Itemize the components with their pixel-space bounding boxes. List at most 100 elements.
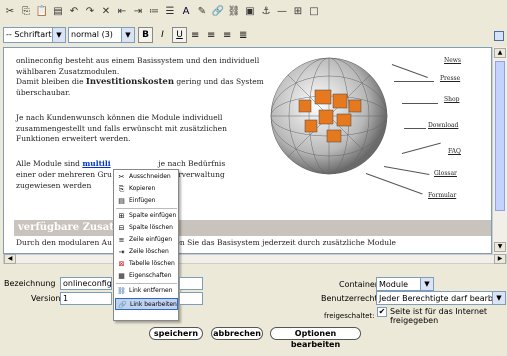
copy-icon[interactable]: ⎘ [19,5,33,19]
italic-button[interactable]: I [155,27,170,43]
align-left-icon[interactable]: ≡ [191,30,199,41]
menu-item-copy[interactable]: ⎘ Kopieren [115,183,178,195]
menu-item-label: Ausschneiden [129,173,171,180]
shop-link[interactable]: Shop [444,96,459,103]
delete-column-icon: ⊟ [118,224,125,232]
bezeichnung-label: Bezeichnung [4,279,56,288]
hr-icon[interactable]: — [275,5,289,19]
menu-item-edit-link[interactable]: 🔗 Link bearbeiten [115,298,178,310]
editor-area[interactable]: onlineconfig besteht aus einem Basissyst… [3,47,492,254]
menu-item-label: Zeile löschen [129,248,169,255]
toolbar: ✂ ⎘ 📋 ▤ ↶ ↷ ✕ ⇤ ⇥ ≔ ☰ A ✎ 🔗 ⛓ ▣ ⚓ — ⊞ □ [0,0,507,25]
unordered-list-icon[interactable]: ☰ [163,5,177,19]
context-menu: ✂ Ausschneiden ⎘ Kopieren ▤ Einfügen ⊞ Spalt… [113,169,179,321]
image-icon[interactable]: ▣ [243,5,257,19]
menu-item-insert-row[interactable]: ≡ Zeile einfügen [115,234,178,246]
chevron-down-icon: ▼ [420,278,433,290]
menu-item-label: Kopieren [129,185,156,192]
paste-icon[interactable]: 📋 [35,5,49,19]
presse-link[interactable]: Presse [440,75,460,82]
scroll-right-icon[interactable]: ▶ [494,254,506,264]
menu-item-label: Eigenschaften [129,272,172,279]
menu-item-cut[interactable]: ✂ Ausschneiden [115,171,178,183]
indent-icon[interactable]: ⇥ [131,5,145,19]
benutzerrecht-label: Benutzerrecht [321,294,378,303]
cut-icon: ✂ [118,173,125,181]
scroll-down-icon[interactable]: ▼ [494,242,506,252]
anchor-icon[interactable]: ⚓ [259,5,273,19]
unlink-icon: ⛓ [117,287,126,295]
menu-item-delete-table[interactable]: ⊠ Tabelle löschen [115,258,178,270]
save-button[interactable]: speichern [149,327,203,340]
scroll-up-icon[interactable]: ▲ [494,48,506,58]
container-select[interactable]: Module ▼ [376,277,434,291]
multilingual-link[interactable]: multili [82,159,110,168]
remove-format-icon[interactable]: ✕ [99,5,113,19]
menu-item-properties[interactable]: ▦ Eigenschaften [115,270,178,282]
paragraph-costs: Damit bleiben die Investitionskosten ger… [16,77,271,98]
section-heading: verfügbare Zusatzm [14,220,491,236]
cms-editor-window: ✂ ⎘ 📋 ▤ ↶ ↷ ✕ ⇤ ⇥ ≔ ☰ A ✎ 🔗 ⛓ ▣ ⚓ — ⊞ □ … [0,0,507,356]
paragraph-modular: Durch den modularen Au onfig CMS können … [16,238,396,247]
freigeschaltet-text: Seite ist für das Internet freigegeben [390,307,488,325]
chevron-down-icon: ▼ [52,28,65,42]
chevron-down-icon: ▼ [492,292,505,304]
insert-row-icon: ≡ [118,236,125,244]
menu-item-label: Link entfernen [129,287,173,294]
table-icon[interactable]: ⊞ [291,5,305,19]
horizontal-scrollbar[interactable]: ◀ ▶ [3,254,507,264]
bezeichnung-input-tail[interactable] [179,277,203,290]
cancel-button[interactable]: abbrechen [211,327,263,340]
menu-item-insert-column[interactable]: ⊞ Spalte einfügen [115,210,178,222]
callout-line [404,128,426,129]
outdent-icon[interactable]: ⇤ [115,5,129,19]
glossar-link[interactable]: Glossar [434,170,457,177]
version-input-tail[interactable] [179,292,203,305]
properties-icon: ▦ [118,272,125,280]
menu-item-label: Spalte löschen [129,224,173,231]
ordered-list-icon[interactable]: ≔ [147,5,161,19]
text-color-icon[interactable]: A [179,5,193,19]
options-button[interactable]: Optionen bearbeiten [270,327,361,349]
align-justify-icon[interactable]: ≣ [239,30,247,41]
freigeschaltet-checkbox[interactable]: ✔ [377,307,387,317]
callout-line [365,173,423,195]
cut-icon[interactable]: ✂ [3,5,17,19]
menu-item-delete-column[interactable]: ⊟ Spalte löschen [115,222,178,234]
menu-item-label: Spalte einfügen [129,212,177,219]
delete-table-icon: ⊠ [118,260,125,268]
table-props-icon[interactable]: □ [307,5,321,19]
bold-button[interactable]: B [138,27,153,43]
paragraph-modules: Je nach Kundenwunsch können die Module i… [16,113,227,143]
align-right-icon[interactable]: ≡ [223,30,231,41]
menu-item-label: Tabelle löschen [129,260,175,267]
faq-link[interactable]: FAQ [448,148,461,155]
font-select[interactable]: -- Schriftart -- ▼ [3,27,66,43]
source-view-icon[interactable] [494,31,504,41]
callout-line [402,103,438,104]
size-select[interactable]: normal (3) ▼ [68,27,135,43]
unlink-icon[interactable]: ⛓ [227,5,241,19]
paste-word-icon[interactable]: ▤ [51,5,65,19]
redo-icon[interactable]: ↷ [83,5,97,19]
news-link[interactable]: News [444,57,461,64]
vertical-scrollbar[interactable]: ▲ ▼ [492,47,507,254]
menu-item-paste[interactable]: ▤ Einfügen [115,195,178,207]
menu-item-delete-row[interactable]: ⇥ Zeile löschen [115,246,178,258]
link-icon[interactable]: 🔗 [211,5,225,19]
undo-icon[interactable]: ↶ [67,5,81,19]
underline-button[interactable]: U [172,27,187,43]
menu-separator [116,208,177,209]
draw-icon[interactable]: ✎ [195,5,209,19]
download-link[interactable]: Download [428,122,458,129]
menu-item-remove-link[interactable]: ⛓ Link entfernen [115,285,178,297]
bezeichnung-input[interactable]: onlineconfig Cf [60,277,112,290]
container-select-value: Module [379,280,409,289]
callout-line [394,81,434,82]
align-center-icon[interactable]: ≡ [207,30,215,41]
scroll-left-icon[interactable]: ◀ [4,254,16,264]
benutzerrecht-select[interactable]: Jeder Berechtigte darf bearbeiten ▼ [376,291,506,305]
scroll-thumb[interactable] [495,61,505,211]
version-input[interactable]: 1 [60,292,112,305]
formular-link[interactable]: Formular [428,192,456,199]
